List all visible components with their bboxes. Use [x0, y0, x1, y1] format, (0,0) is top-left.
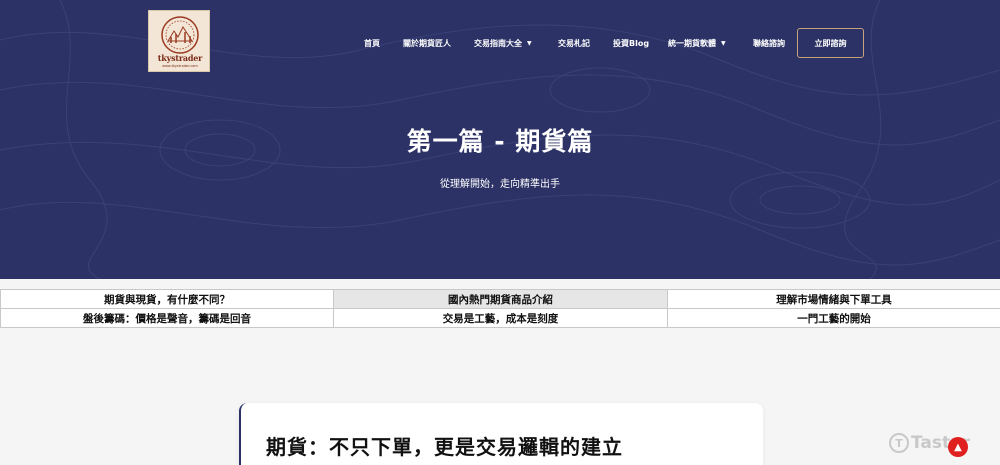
chapter-link-futures-vs-spot[interactable]: 期貨與現貨，有什麼不同？	[0, 289, 334, 309]
nav-contact[interactable]: 聯絡諮詢	[753, 38, 785, 49]
chapter-link-trading-craft[interactable]: 交易是工藝，成本是刻度	[333, 308, 668, 328]
brand-logo[interactable]: tkystrader www.tkystrader.com	[148, 10, 210, 72]
back-to-top-button[interactable]: ▲	[948, 437, 968, 457]
nav-contact-label: 聯絡諮詢	[753, 39, 785, 48]
chevron-down-icon: ▼	[721, 40, 726, 47]
nav-home-label: 首頁	[364, 39, 380, 48]
logo-brand-name: tkystrader	[157, 53, 203, 63]
nav-trading-notes-label: 交易札記	[558, 39, 590, 48]
chapter-link-craft-start[interactable]: 一門工藝的開始	[667, 308, 1000, 328]
hero-banner: tkystrader www.tkystrader.com 首頁 關於期貨匠人 …	[0, 0, 1000, 279]
page-subtitle: 從理解開始，走向精準出手	[440, 179, 560, 190]
nav-about-label: 關於期貨匠人	[403, 39, 451, 48]
nav-about[interactable]: 關於期貨匠人	[403, 38, 451, 49]
consult-now-button[interactable]: 立即諮詢	[797, 28, 864, 58]
nav-blog[interactable]: 投資Blog	[613, 38, 649, 49]
nav-trading-guide-label: 交易指南大全	[474, 39, 522, 48]
watermark-logo-icon: T	[889, 433, 909, 453]
nav-trading-guide[interactable]: 交易指南大全 ▼	[474, 38, 532, 49]
nav-trading-notes[interactable]: 交易札記	[558, 38, 590, 49]
nav-home[interactable]: 首頁	[364, 38, 380, 49]
logo-brand-url: www.tkystrader.com	[162, 64, 198, 68]
article-card: 期貨：不只下單，更是交易邏輯的建立	[239, 403, 763, 465]
arrow-up-icon: ▲	[954, 441, 962, 453]
chapter-links-grid: 期貨與現貨，有什麼不同？ 國內熱門期貨商品介紹 理解市場情緒與下單工具 盤後籌碼…	[0, 289, 1000, 328]
page-title: 第一篇 - 期貨篇	[406, 127, 594, 156]
article-title: 期貨：不只下單，更是交易邏輯的建立	[266, 435, 623, 459]
chapter-link-domestic-products[interactable]: 國內熱門期貨商品介紹	[333, 289, 668, 309]
nav-software-label: 統一期貨軟體	[668, 39, 716, 48]
chapter-link-market-sentiment[interactable]: 理解市場情緒與下單工具	[667, 289, 1000, 309]
chevron-down-icon: ▼	[527, 40, 532, 47]
chapter-link-after-hours-chips[interactable]: 盤後籌碼：價格是聲音，籌碼是回音	[0, 308, 334, 328]
nav-software[interactable]: 統一期貨軟體 ▼	[668, 38, 726, 49]
nav-blog-label: 投資Blog	[613, 39, 650, 48]
